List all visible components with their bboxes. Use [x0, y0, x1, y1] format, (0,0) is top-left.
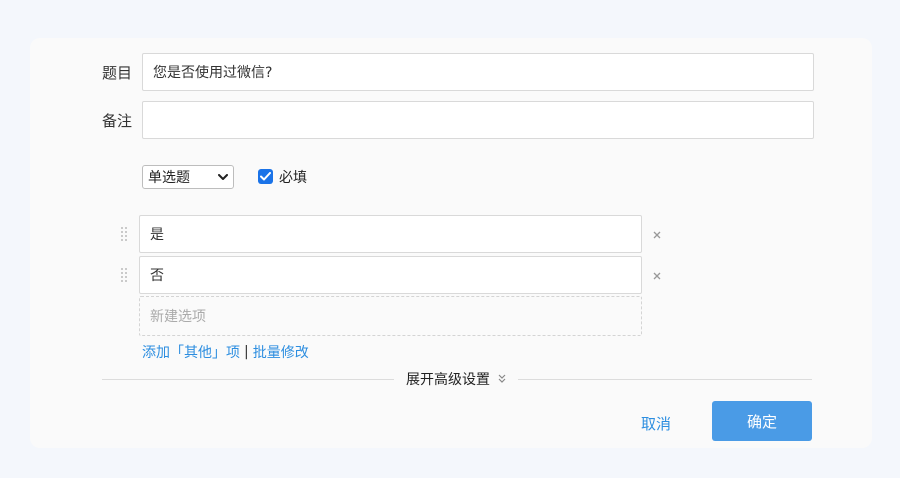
double-chevron-down-icon: [498, 371, 506, 387]
confirm-button[interactable]: 确定: [712, 401, 812, 441]
batch-edit-link[interactable]: 批量修改: [253, 342, 309, 362]
advanced-settings-label: 展开高级设置: [406, 372, 490, 388]
required-label: 必填: [279, 170, 307, 186]
note-label: 备注: [102, 112, 133, 130]
chevron-down-icon: [218, 173, 228, 181]
option-1-value: 是: [150, 227, 164, 243]
note-input[interactable]: [142, 101, 814, 139]
new-option-input[interactable]: 新建选项: [139, 296, 642, 336]
divider-right: [518, 379, 812, 380]
title-input[interactable]: 您是否使用过微信?: [142, 53, 814, 91]
option-input-2[interactable]: 否: [139, 256, 642, 294]
title-label: 题目: [102, 64, 133, 82]
divider-left: [102, 379, 394, 380]
title-input-value: 您是否使用过微信?: [153, 65, 273, 81]
option-2-value: 否: [150, 268, 164, 284]
drag-handle-icon[interactable]: [120, 267, 128, 283]
question-type-select[interactable]: 单选题: [142, 165, 234, 189]
advanced-settings-toggle[interactable]: 展开高级设置: [406, 369, 506, 389]
link-separator: |: [244, 344, 249, 360]
checkmark-icon: [260, 172, 271, 181]
option-links: 添加「其他」项 | 批量修改: [142, 342, 309, 362]
required-checkbox[interactable]: [258, 169, 273, 184]
cancel-button[interactable]: 取消: [634, 412, 678, 434]
close-icon[interactable]: [651, 230, 663, 242]
option-input-1[interactable]: 是: [139, 215, 642, 253]
close-icon[interactable]: [651, 271, 663, 283]
question-type-value: 单选题: [148, 170, 190, 186]
add-other-option-link[interactable]: 添加「其他」项: [142, 342, 240, 362]
new-option-placeholder: 新建选项: [150, 309, 206, 325]
drag-handle-icon[interactable]: [120, 226, 128, 242]
